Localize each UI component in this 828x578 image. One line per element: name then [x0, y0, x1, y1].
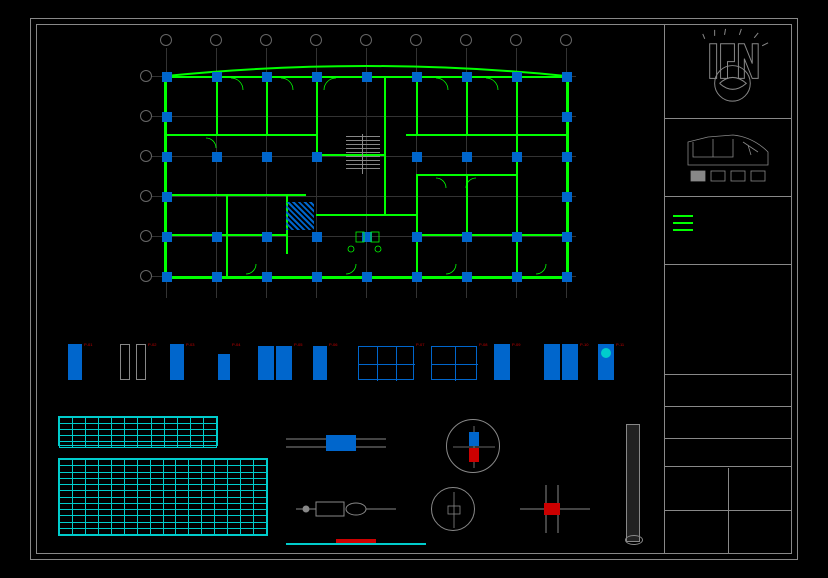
grid-bubble: [140, 70, 152, 82]
notes-cell: [665, 265, 792, 375]
window-detail: P-08: [431, 340, 481, 386]
door-elevation-row: P-01 P-02 P-03 P-04 P-05 P-06: [56, 334, 656, 394]
sheet-cell: [665, 407, 792, 439]
grid-bubble: [140, 150, 152, 162]
logo-cell: [665, 24, 792, 119]
door-detail: P-02: [116, 340, 156, 386]
keyplan-cell: [665, 119, 792, 197]
floor-plan: [156, 34, 586, 314]
door-detail: P-10: [542, 340, 586, 386]
schedule-table-1: [58, 416, 218, 446]
door-detail: P-06: [311, 340, 351, 386]
signature-cell: [665, 468, 792, 554]
window-detail: P-07: [358, 340, 418, 386]
info-cell: [665, 439, 792, 467]
legend-item: [673, 222, 693, 224]
schedule-table-2: [58, 458, 268, 536]
title-block: [664, 24, 792, 554]
detail-section: [276, 419, 656, 549]
keyplan: [673, 127, 783, 187]
grid-bubble: [140, 270, 152, 282]
grid-bubble: [140, 230, 152, 242]
grid-bubble: [140, 110, 152, 122]
door-detail: P-09: [492, 340, 532, 386]
circle-detail: [446, 419, 500, 473]
project-cell: [665, 375, 792, 407]
drawing-area: P-01 P-02 P-03 P-04 P-05 P-06: [36, 24, 664, 554]
door-detail: P-11: [596, 340, 636, 386]
circle-detail: [431, 487, 475, 531]
legend-item: [673, 215, 693, 217]
vertical-bar-detail: [626, 424, 640, 542]
ipn-logo-icon: [665, 24, 792, 118]
door-detail: P-04: [216, 340, 256, 386]
door-detail: P-01: [66, 340, 106, 386]
door-detail: P-05: [256, 340, 300, 386]
legend-cell: [665, 197, 792, 265]
legend-item: [673, 229, 693, 231]
door-detail: P-03: [168, 340, 208, 386]
grid-bubble: [140, 190, 152, 202]
